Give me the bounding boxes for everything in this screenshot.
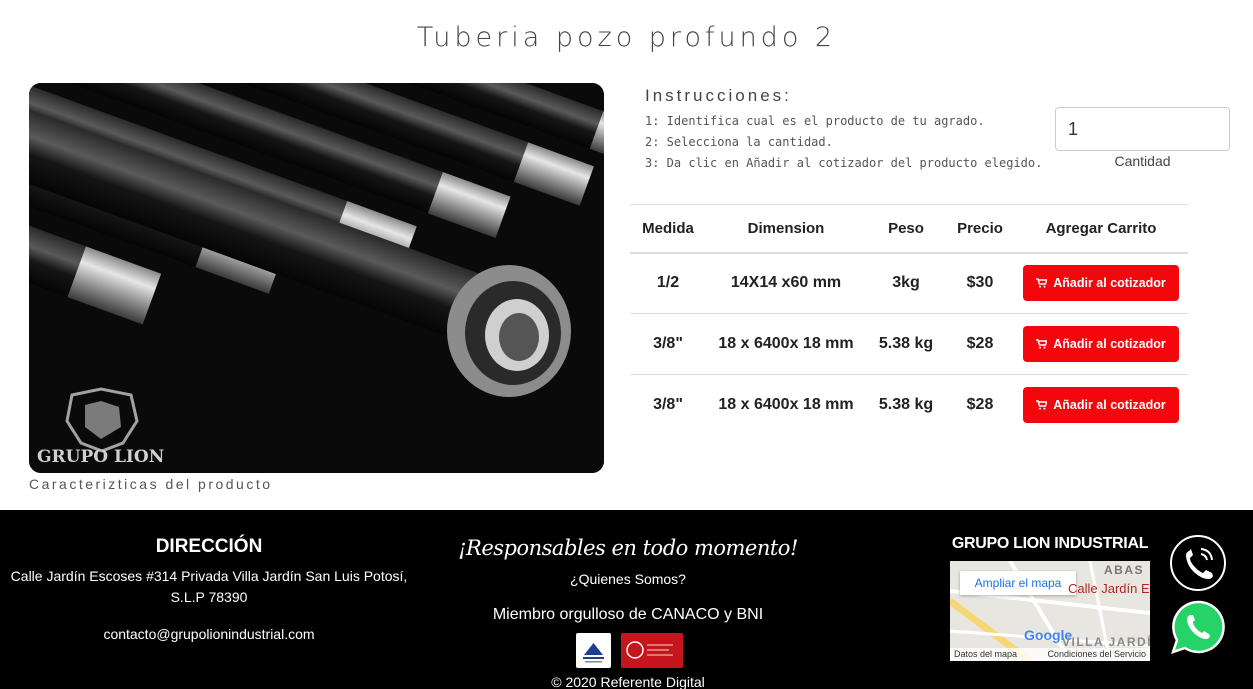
map-data-link[interactable]: Datos del mapa: [954, 648, 1017, 661]
about-link[interactable]: ¿Quienes Somos?: [418, 571, 838, 587]
whatsapp-button[interactable]: [1170, 599, 1226, 655]
cell-precio: $28: [966, 396, 994, 414]
phone-icon: [1186, 548, 1213, 579]
cell-dimension: 18 x 6400x 18 mm: [718, 396, 854, 414]
add-to-quote-label: Añadir al cotizador: [1053, 276, 1166, 291]
cell-medida: 3/8": [630, 313, 706, 375]
address-text: Calle Jardín Escoses #314 Privada Villa …: [10, 568, 408, 605]
cell-peso: 5.38 kg: [878, 396, 934, 414]
company-heading: GRUPO LION INDUSTRIAL: [951, 535, 1149, 552]
page-title: Tuberia pozo profundo 2: [416, 22, 837, 53]
add-to-quote-label: Añadir al cotizador: [1053, 337, 1166, 351]
whatsapp-icon: [1171, 600, 1225, 654]
instructions-title: Instrucciones:: [645, 86, 792, 105]
header-medida: Medida: [630, 204, 706, 254]
location-map[interactable]: Ampliar el mapa ABAS Calle Jardín E Goog…: [950, 561, 1150, 661]
page: Tuberia pozo profundo 2 GRUPO LION Carac…: [0, 0, 1253, 689]
cell-action: Añadir al cotizador: [1014, 313, 1188, 375]
table-header-row: Medida Dimension Peso Precio Agregar Car…: [630, 204, 1188, 254]
cell-medida: 1/2: [630, 252, 706, 314]
instructions: Instrucciones: 1: Identifica cual es el …: [645, 86, 1045, 174]
add-to-quote-label: Añadir al cotizador: [1053, 398, 1166, 413]
cell-action: Añadir al cotizador: [1014, 252, 1188, 314]
table-row: 3/8" 18 x 6400x 18 mm 5.38 kg $28 Añadir…: [630, 313, 1188, 375]
cell-peso: 5.38 kg: [866, 313, 946, 375]
header-peso: Peso: [866, 204, 946, 254]
table-row: 1/2 14X14 x60 mm 3kg $30 Añadir al cotiz…: [630, 252, 1188, 314]
copyright: © 2020 Referente Digital: [551, 674, 705, 689]
footer: DIRECCIÓN Calle Jardín Escoses #314 Priv…: [0, 510, 1253, 689]
instruction-step: 3: Da clic en Añadir al cotizador del pr…: [645, 156, 1043, 170]
canaco-logo: [576, 633, 611, 668]
add-to-quote-button[interactable]: Añadir al cotizador: [1023, 265, 1179, 302]
cart-icon: [1036, 339, 1048, 349]
enlarge-map-link[interactable]: Ampliar el mapa: [960, 571, 1076, 595]
quantity-label: Cantidad: [1114, 153, 1171, 169]
cart-icon: [1036, 278, 1048, 288]
map-street-label: Calle Jardín E: [1068, 581, 1150, 596]
bni-logo: [621, 633, 683, 668]
product-image: GRUPO LION: [29, 83, 604, 473]
product-table: Medida Dimension Peso Precio Agregar Car…: [630, 204, 1188, 436]
instruction-step: 1: Identifica cual es el producto de tu …: [645, 114, 985, 128]
image-caption: Caracterizticas del producto: [29, 476, 273, 492]
instruction-step: 2: Selecciona la cantidad.: [645, 135, 833, 149]
image-brand-text: GRUPO LION: [37, 447, 164, 467]
header-precio: Precio: [946, 204, 1014, 254]
map-footer: Datos del mapa Condiciones del Servicio: [950, 648, 1150, 661]
slogan: ¡Responsables en todo momento!: [458, 536, 798, 560]
cell-precio: $28: [946, 313, 1014, 375]
cell-peso: 3kg: [866, 252, 946, 314]
member-text: Miembro orgulloso de CANACO y BNI: [492, 606, 764, 623]
quantity-input[interactable]: [1055, 107, 1230, 151]
cell-dimension: 18 x 6400x 18 mm: [706, 313, 866, 375]
cell-precio: $30: [946, 252, 1014, 314]
add-to-quote-button[interactable]: Añadir al cotizador: [1023, 387, 1179, 424]
address-heading: DIRECCIÓN: [155, 536, 263, 557]
table-row: 3/8" 18 x 6400x 18 mm 5.38 kg $28 Añadir…: [630, 375, 1188, 436]
call-button[interactable]: [1170, 535, 1226, 591]
add-to-quote-button[interactable]: Añadir al cotizador: [1023, 326, 1179, 362]
header-agregar: Agregar Carrito: [1014, 204, 1188, 254]
cell-dimension: 14X14 x60 mm: [706, 252, 866, 314]
cell-action: Añadir al cotizador: [1014, 375, 1188, 436]
cart-icon: [1036, 400, 1048, 410]
map-area-label: ABAS: [1104, 563, 1145, 577]
map-area-label: VILLA JARDÍN: [1062, 635, 1150, 649]
email-link[interactable]: contacto@grupolionindustrial.com: [0, 626, 418, 642]
map-terms-link[interactable]: Condiciones del Servicio: [1047, 648, 1146, 661]
header-dimension: Dimension: [706, 204, 866, 254]
cell-medida: 3/8": [653, 396, 683, 414]
